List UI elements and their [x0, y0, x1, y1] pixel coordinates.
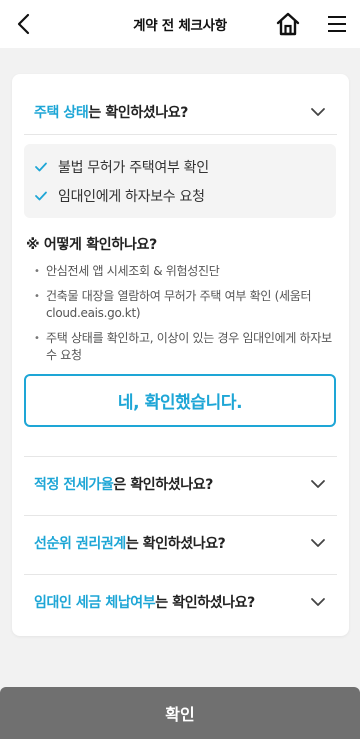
chevron-down-icon [309, 534, 327, 552]
section-prior-rights-header[interactable]: 선순위 권리권계는 확인하셨나요? [24, 515, 337, 571]
back-button[interactable] [10, 10, 38, 38]
chevron-down-icon [309, 475, 327, 493]
section-title: 선순위 권리권계는 확인하셨나요? [34, 536, 226, 552]
hamburger-menu-icon [328, 16, 346, 32]
checklist-box: 불법 무허가 주택여부 확인 임대인에게 하자보수 요청 [24, 144, 336, 218]
section-fair-ratio-header[interactable]: 적정 전세가율은 확인하셨나요? [24, 456, 337, 512]
check-item: 임대인에게 하자보수 요청 [34, 181, 326, 210]
chevron-down-icon [309, 593, 327, 611]
home-button[interactable] [274, 10, 302, 38]
how-to-check-list: 안심전세 앱 시세조회 & 위험성진단 건축물 대장을 열람하여 무허가 주택 … [34, 263, 336, 372]
how-to-check-title: ※ 어떻게 확인하나요? [26, 237, 157, 253]
menu-button[interactable] [323, 10, 351, 38]
list-item: 안심전세 앱 시세조회 & 위험성진단 [34, 263, 336, 280]
chevron-down-icon [309, 103, 327, 121]
home-icon [276, 12, 300, 36]
list-item: 주택 상태를 확인하고, 이상이 있는 경우 임대인에게 하자보수 요청 [34, 330, 336, 364]
app-header: 계약 전 체크사항 [0, 0, 360, 48]
check-item: 불법 무허가 주택여부 확인 [34, 152, 326, 181]
check-icon [34, 159, 50, 175]
chevron-left-icon [17, 13, 30, 35]
divider [24, 134, 337, 135]
confirm-button[interactable]: 확인 [0, 687, 360, 739]
list-item: 건축물 대장을 열람하여 무허가 주택 여부 확인 (세움터 cloud.eai… [34, 288, 336, 322]
section-house-condition-header[interactable]: 주택 상태는 확인하셨나요? [24, 84, 337, 140]
checklist-card: 주택 상태는 확인하셨나요? 불법 무허가 주택여부 확인 임대인에게 하자보수… [12, 74, 349, 636]
section-title: 임대인 세금 체납여부는 확인하셨나요? [34, 595, 255, 611]
page-title: 계약 전 체크사항 [133, 18, 227, 34]
check-icon [34, 188, 50, 204]
confirmed-button[interactable]: 네, 확인했습니다. [24, 374, 336, 427]
section-title: 적정 전세가율은 확인하셨나요? [34, 477, 213, 493]
section-title: 주택 상태는 확인하셨나요? [34, 105, 188, 121]
section-landlord-tax-header[interactable]: 임대인 세금 체납여부는 확인하셨나요? [24, 574, 337, 630]
